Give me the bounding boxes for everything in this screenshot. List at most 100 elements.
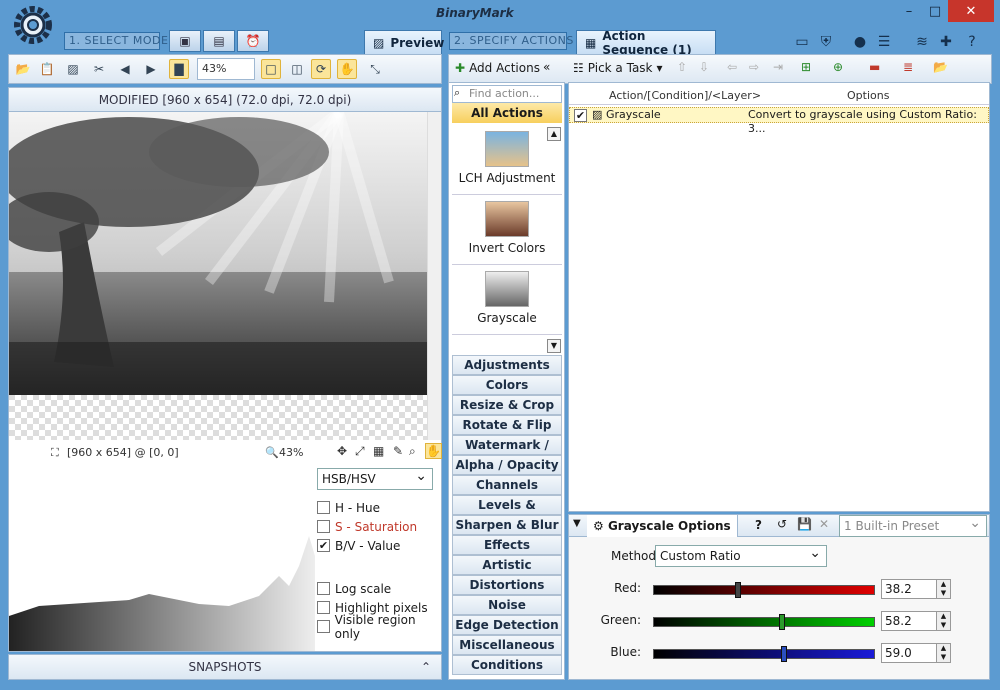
checklist-icon[interactable]: ☰ [874,32,894,52]
action-grayscale[interactable]: Grayscale [452,265,562,335]
mode-schedule-icon[interactable]: ⏰ [237,30,269,52]
move-up-icon[interactable]: ⇧ [677,60,687,74]
help-menu-icon[interactable]: ? [962,32,982,52]
fit-icon[interactable]: ⤢ [355,444,365,459]
eyedropper-icon[interactable]: ✎ [393,444,403,458]
remove-all-icon[interactable]: ≣ [903,60,913,74]
wifi-icon[interactable]: ≋ [912,32,932,52]
shield-icon[interactable]: ⛨ [816,32,836,52]
category-all-actions[interactable]: All Actions [452,103,562,123]
help-icon[interactable]: ? [755,518,762,532]
add-condition-icon[interactable]: ⊕ [833,60,843,74]
category-adjustments[interactable]: Adjustments [452,355,562,375]
action-lch-adjustment[interactable]: LCH Adjustment [452,125,562,195]
category-distortions[interactable]: Distortions [452,575,562,595]
split-view-icon[interactable]: ◫ [287,59,307,79]
red-slider[interactable] [653,582,875,598]
back-icon[interactable]: ◀ [115,59,135,79]
green-slider[interactable] [653,614,875,630]
green-spinner[interactable]: ▲ ▼ [937,611,951,631]
scroll-up-button[interactable]: ▲ [547,127,561,141]
log-scale-checkbox-box[interactable] [317,582,330,595]
value-checkbox-box[interactable]: ✔ [317,539,330,552]
save-icon[interactable]: 💾 [797,517,812,531]
image-icon[interactable]: ▨ [63,59,83,79]
arrow-right-icon[interactable]: ⇨ [749,60,759,74]
category-resize-crop[interactable]: Resize & Crop [452,395,562,415]
category-colors[interactable]: Colors [452,375,562,395]
visible-region-checkbox-box[interactable] [317,620,330,633]
col-action-header[interactable]: Action/[Condition]/<Layer> [609,89,761,102]
category-rotate-flip[interactable]: Rotate & Flip [452,415,562,435]
highlight-pixels-checkbox-box[interactable] [317,601,330,614]
lightbulb-icon[interactable]: ● [850,32,870,52]
preview-vertical-scrollbar[interactable] [427,112,441,440]
sequence-row[interactable]: ✔ ▨ Grayscale Convert to grayscale using… [569,107,989,135]
reset-icon[interactable]: ↺ [777,517,787,531]
hue-checkbox-box[interactable] [317,501,330,514]
hand-tool-icon[interactable]: ✋ [337,59,357,79]
clipboard-icon[interactable]: 📋 [37,59,57,79]
category-edge-detection[interactable]: Edge Detection [452,615,562,635]
forward-icon[interactable]: ▶ [141,59,161,79]
minimize-button[interactable]: – [896,0,922,22]
move-down-icon[interactable]: ⇩ [699,60,709,74]
arrow-left-icon[interactable]: ⇦ [727,60,737,74]
category-alpha-opacity[interactable]: Alpha / Opacity [452,455,562,475]
hand-icon[interactable]: ✋ [425,443,442,459]
skip-icon[interactable]: ⇥ [773,60,783,74]
green-slider-knob[interactable] [779,614,785,630]
collapse-arrow-icon[interactable]: ▼ [573,518,581,529]
category-levels-curves[interactable]: Levels & Curves [452,495,562,530]
checkbox-log-scale[interactable]: Log scale [317,579,441,598]
app-menu-gear-icon[interactable] [12,4,54,46]
action-invert-colors[interactable]: Invert Colors [452,195,562,265]
saturation-checkbox-box[interactable] [317,520,330,533]
tab-grayscale-options[interactable]: ⚙ Grayscale Options [587,515,738,537]
preset-select[interactable]: 1 Built-in Preset [839,513,987,537]
category-artistic[interactable]: Artistic [452,555,562,575]
move-icon[interactable]: ✥ [337,444,347,458]
refresh-icon[interactable]: ⟳ [311,59,331,79]
checkbox-hue[interactable]: H - Hue [317,498,441,517]
snapshots-bar[interactable]: SNAPSHOTS ⌃ [8,654,442,680]
tab-preview[interactable]: ▨ Preview [364,30,444,54]
mode-single-icon[interactable]: ▣ [169,30,201,52]
magnifier-icon[interactable]: ⌕ [409,444,416,459]
category-effects[interactable]: Effects [452,535,562,555]
checkbox-saturation[interactable]: S - Saturation [317,517,441,536]
delete-icon[interactable]: ✕ [819,517,829,531]
green-value-input[interactable]: 58.2 [881,611,937,631]
category-miscellaneous[interactable]: Miscellaneous [452,635,562,655]
checkbox-visible-region[interactable]: Visible region only [317,613,441,641]
add-menu-icon[interactable]: ✚ [936,32,956,52]
add-actions-button[interactable]: ✚ Add Actions [455,61,540,75]
find-action-input[interactable]: Find action... [452,85,562,103]
single-view-icon[interactable]: □ [261,59,281,79]
maximize-button[interactable]: □ [922,0,948,22]
color-space-select[interactable]: HSB/HSV [317,466,433,490]
remove-icon[interactable]: ▬ [869,60,880,74]
folder-menu-icon[interactable]: 📂 [933,60,948,74]
shuffle-icon[interactable]: ✂ [89,59,109,79]
tab-action-sequence[interactable]: ▦ Action Sequence (1) [576,29,716,57]
blue-slider-knob[interactable] [781,646,787,662]
open-folder-icon[interactable]: 📂 [13,59,33,79]
checker-icon[interactable]: ▦ [373,444,384,458]
blue-spinner[interactable]: ▲ ▼ [937,643,951,663]
close-button[interactable]: ✕ [948,0,994,22]
category-watermark-overlay[interactable]: Watermark / Overlay [452,435,562,470]
category-noise[interactable]: Noise [452,595,562,615]
fit-icon[interactable]: ⤡ [365,59,385,79]
checkbox-value[interactable]: ✔ B/V - Value [317,536,441,555]
blue-value-input[interactable]: 59.0 [881,643,937,663]
preview-image-area[interactable] [0,108,427,440]
scroll-down-button[interactable]: ▼ [547,339,561,353]
red-spinner[interactable]: ▲ ▼ [937,579,951,599]
method-select[interactable]: Custom Ratio [655,543,827,567]
expand-chevron-icon[interactable]: ⌃ [421,655,431,679]
category-sharpen-blur[interactable]: Sharpen & Blur [452,515,562,535]
pick-task-button[interactable]: ☷ Pick a Task ▾ [573,61,663,75]
zoom-select[interactable]: 43% [197,58,255,80]
collapse-icon[interactable]: « [543,60,550,74]
